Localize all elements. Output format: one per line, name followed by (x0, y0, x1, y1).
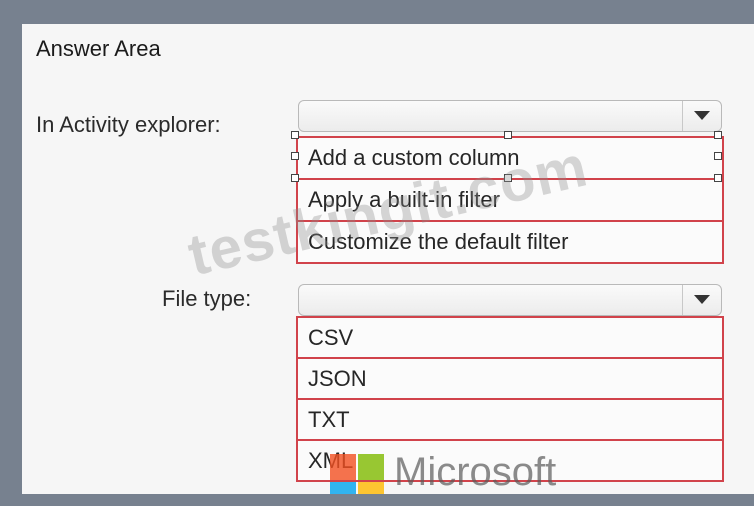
resize-handle-bottom-right[interactable] (714, 174, 722, 182)
option-add-custom-column[interactable]: Add a custom column (298, 138, 722, 178)
resize-handle-bottom-left[interactable] (291, 174, 299, 182)
resize-handle-middle-left[interactable] (291, 152, 299, 160)
file-type-label: File type: (162, 286, 252, 311)
resize-handle-top-right[interactable] (714, 131, 722, 139)
option-csv[interactable]: CSV (298, 318, 722, 357)
resize-handle-bottom-middle[interactable] (504, 174, 512, 182)
chevron-down-icon (694, 111, 710, 120)
resize-handle-middle-right[interactable] (714, 152, 722, 160)
microsoft-logo-text: Microsoft (394, 450, 557, 494)
file-type-dropdown[interactable] (298, 284, 722, 316)
activity-explorer-options: Add a custom column Apply a built-in fil… (296, 136, 724, 264)
resize-handle-top-left[interactable] (291, 131, 299, 139)
option-json[interactable]: JSON (298, 357, 722, 398)
microsoft-logo-icon (330, 454, 386, 494)
answer-area-panel: Answer Area In Activity explorer: Add a … (22, 24, 754, 494)
answer-area-title: Answer Area (36, 36, 161, 61)
option-apply-built-in-filter[interactable]: Apply a built-in filter (298, 178, 722, 220)
activity-dropdown-arrow-button[interactable] (682, 101, 721, 131)
option-txt[interactable]: TXT (298, 398, 722, 439)
activity-explorer-dropdown[interactable] (298, 100, 722, 132)
chevron-down-icon (694, 295, 710, 304)
file-type-dropdown-arrow-button[interactable] (682, 285, 721, 315)
resize-handle-top-middle[interactable] (504, 131, 512, 139)
option-customize-default-filter[interactable]: Customize the default filter (298, 220, 722, 262)
activity-explorer-label: In Activity explorer: (36, 112, 221, 137)
